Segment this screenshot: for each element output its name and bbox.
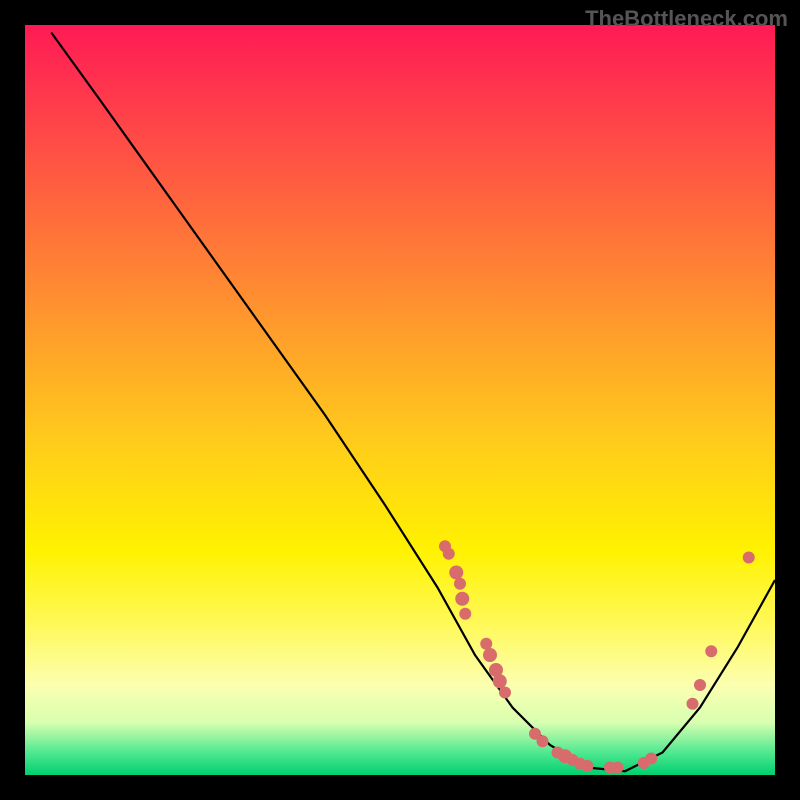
data-point — [705, 645, 717, 657]
data-point — [743, 552, 755, 564]
watermark-text: TheBottleneck.com — [585, 6, 788, 32]
data-point — [582, 760, 594, 772]
data-point — [645, 753, 657, 765]
data-points-group — [439, 540, 755, 773]
data-point — [449, 566, 463, 580]
data-point — [483, 648, 497, 662]
data-point — [499, 687, 511, 699]
chart-svg — [25, 25, 775, 775]
data-point — [493, 674, 507, 688]
data-point — [455, 592, 469, 606]
data-point — [443, 548, 455, 560]
chart-plot-area — [25, 25, 775, 775]
data-point — [612, 762, 624, 774]
data-point — [694, 679, 706, 691]
data-point — [454, 578, 466, 590]
data-point — [537, 735, 549, 747]
bottleneck-curve — [51, 33, 775, 772]
data-point — [687, 698, 699, 710]
data-point — [459, 608, 471, 620]
data-point — [480, 638, 492, 650]
